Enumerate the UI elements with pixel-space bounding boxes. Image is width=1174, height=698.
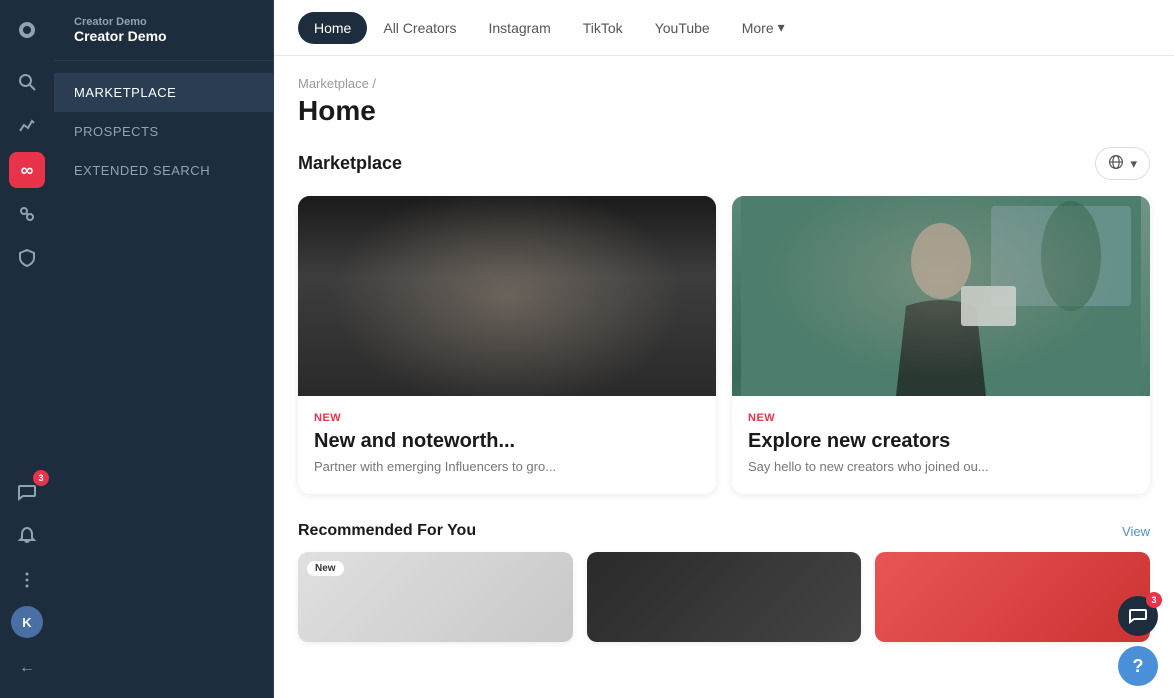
card-1-tag: NEW — [314, 412, 700, 424]
float-chat-badge: 3 — [1146, 592, 1162, 608]
sidebar-item-prospects[interactable]: PROSPECTS — [54, 112, 273, 151]
rec-card-3-image — [875, 552, 1150, 642]
sidebar-brand-label: Creator Demo — [74, 16, 253, 28]
card-1-body: NEW New and noteworth... Partner with em… — [298, 396, 716, 494]
card-1[interactable]: NEW New and noteworth... Partner with em… — [298, 196, 716, 494]
icon-rail: ∞ 3 K ← — [0, 0, 54, 698]
bell-icon[interactable] — [9, 518, 45, 554]
rec-card-3[interactable] — [875, 552, 1150, 642]
marketplace-section-header: Marketplace ▾ — [298, 147, 1150, 180]
tab-tiktok[interactable]: TikTok — [567, 12, 639, 44]
main-content: Home All Creators Instagram TikTok YouTu… — [274, 0, 1174, 698]
logo-area — [9, 12, 45, 48]
card-2-desc: Say hello to new creators who joined ou.… — [748, 459, 1134, 474]
card-1-image — [298, 196, 716, 396]
card-2-tag: NEW — [748, 412, 1134, 424]
logo-icon — [9, 12, 45, 48]
tab-instagram[interactable]: Instagram — [473, 12, 567, 44]
tab-youtube[interactable]: YouTube — [639, 12, 726, 44]
sidebar-item-marketplace[interactable]: MARKETPLACE — [54, 73, 273, 112]
rec-card-1-image: New — [298, 552, 573, 642]
sidebar: Creator Demo Creator Demo MARKETPLACE PR… — [54, 0, 274, 698]
more-dots-icon[interactable] — [9, 562, 45, 598]
card-2-body: NEW Explore new creators Say hello to ne… — [732, 396, 1150, 494]
help-label: ? — [1133, 656, 1144, 677]
tab-home[interactable]: Home — [298, 12, 367, 44]
tab-more[interactable]: More ▾ — [726, 11, 801, 44]
nav-tabs: Home All Creators Instagram TikTok YouTu… — [298, 11, 801, 44]
breadcrumb: Marketplace / — [298, 76, 1150, 91]
page-area: Marketplace / Home Marketplace ▾ — [274, 56, 1174, 698]
cards-grid: NEW New and noteworth... Partner with em… — [298, 196, 1150, 494]
rec-card-1[interactable]: New — [298, 552, 573, 642]
integrations-icon[interactable] — [9, 196, 45, 232]
rec-card-2-image — [587, 552, 862, 642]
globe-icon — [1108, 154, 1124, 173]
card-1-desc: Partner with emerging Influencers to gro… — [314, 459, 700, 474]
shield-icon[interactable] — [9, 240, 45, 276]
sidebar-brand: Creator Demo Creator Demo — [54, 0, 273, 61]
card-2-title: Explore new creators — [748, 430, 1134, 453]
sidebar-item-extended-search[interactable]: EXTENDED SEARCH — [54, 151, 273, 190]
sidebar-nav: MARKETPLACE PROSPECTS EXTENDED SEARCH — [54, 61, 273, 202]
search-icon[interactable] — [9, 64, 45, 100]
globe-button[interactable]: ▾ — [1095, 147, 1150, 180]
chevron-down-icon: ▾ — [778, 19, 785, 36]
chat-badge: 3 — [33, 470, 49, 486]
chat-icon[interactable]: 3 — [9, 474, 45, 510]
card-1-title: New and noteworth... — [314, 430, 700, 453]
float-chat-button[interactable]: 3 — [1118, 596, 1158, 636]
infinity-icon[interactable]: ∞ — [9, 152, 45, 188]
rec-new-badge-1: New — [306, 560, 345, 577]
card-2-image — [732, 196, 1150, 396]
chevron-down-icon: ▾ — [1130, 156, 1137, 172]
recommended-title: Recommended For You — [298, 522, 476, 540]
recommended-section-header: Recommended For You View — [298, 522, 1150, 540]
tab-all-creators[interactable]: All Creators — [367, 12, 472, 44]
view-link[interactable]: View — [1122, 524, 1150, 539]
collapse-icon[interactable]: ← — [9, 650, 45, 686]
analytics-icon[interactable] — [9, 108, 45, 144]
card-2[interactable]: NEW Explore new creators Say hello to ne… — [732, 196, 1150, 494]
page-title: Home — [298, 95, 1150, 127]
rec-card-2[interactable] — [587, 552, 862, 642]
top-nav: Home All Creators Instagram TikTok YouTu… — [274, 0, 1174, 56]
sidebar-brand-subtitle: Creator Demo — [74, 28, 253, 44]
rec-cards-grid: New — [298, 552, 1150, 642]
marketplace-title: Marketplace — [298, 153, 402, 174]
float-help-button[interactable]: ? — [1118, 646, 1158, 686]
avatar[interactable]: K — [11, 606, 43, 638]
